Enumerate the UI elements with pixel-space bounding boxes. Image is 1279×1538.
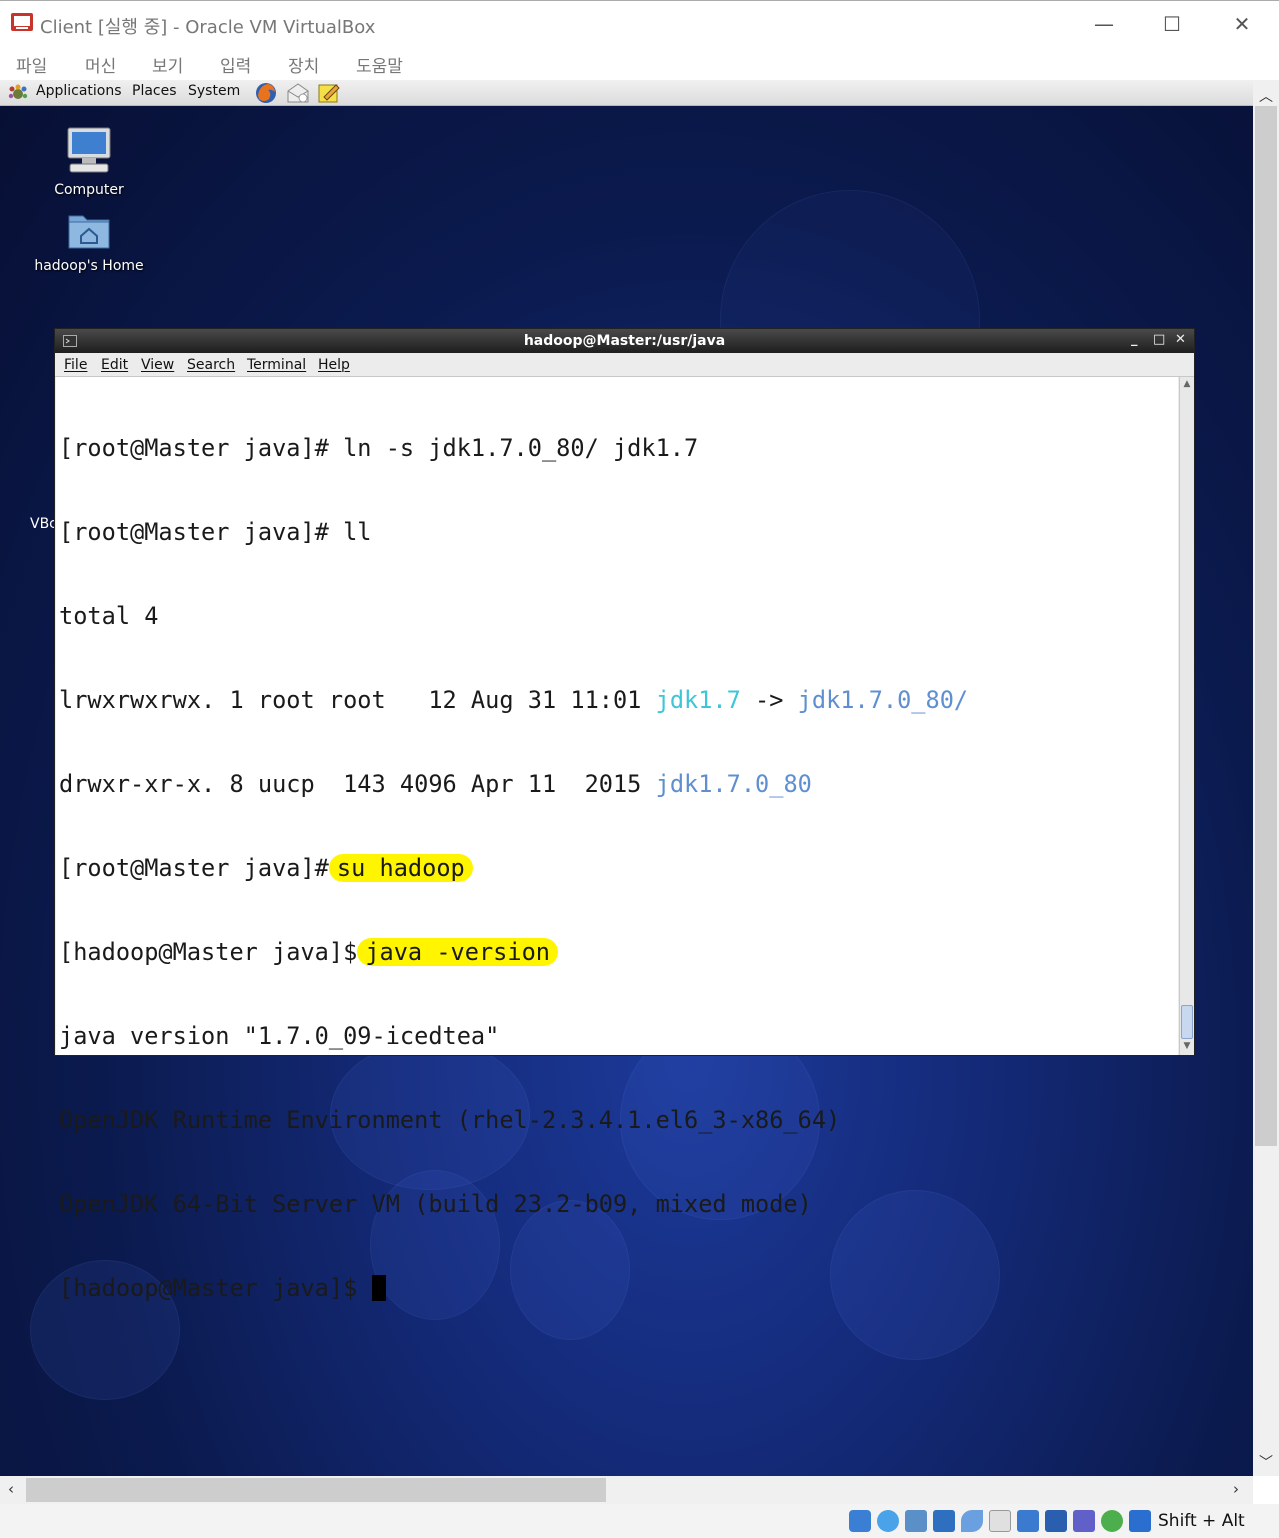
symlink-name: jdk1.7 (655, 686, 741, 714)
terminal-line: lrwxrwxrwx. 1 root root 12 Aug 31 11:01 … (59, 686, 968, 714)
terminal-title-bar[interactable]: hadoop@Master:/usr/java _ □ ✕ (55, 329, 1194, 353)
terminal-output[interactable]: [root@Master java]# ln -s jdk1.7.0_80/ j… (56, 377, 1178, 1302)
menu-help[interactable]: 도움말 (356, 52, 403, 77)
gnome-foot-icon (8, 84, 28, 99)
network-icon[interactable] (933, 1510, 955, 1532)
terminal-line: java version "1.7.0_09-icedtea" (59, 1022, 500, 1050)
directory-name: jdk1.7.0_80 (655, 770, 812, 798)
terminal-line: [root@Master java]# ln -s jdk1.7.0_80/ j… (59, 434, 699, 462)
email-icon[interactable] (286, 82, 310, 104)
ls-entry-meta: drwxr-xr-x. 8 uucp 143 4096 Apr 11 2015 (59, 770, 656, 798)
scroll-down-arrow-icon[interactable]: ▼ (1180, 1039, 1194, 1053)
panel-applications-menu[interactable]: Applications (36, 83, 122, 99)
desktop-icon-partial-label: VBc (30, 516, 57, 532)
terminal-menu-view[interactable]: View (141, 357, 174, 373)
terminal-line: [root@Master java]# ll (59, 518, 372, 546)
terminal-line: drwxr-xr-x. 8 uucp 143 4096 Apr 11 2015 … (59, 770, 968, 798)
terminal-title: hadoop@Master:/usr/java (523, 333, 726, 349)
menu-machine[interactable]: 머신 (85, 52, 116, 77)
terminal-minimize-button[interactable]: _ (1131, 332, 1138, 347)
video-capture-icon[interactable] (1045, 1510, 1067, 1532)
gnome-top-panel: Applications Places System (0, 80, 1253, 106)
vbox-menu-bar: 파일 머신 보기 입력 장치 도움말 (0, 46, 1279, 80)
home-folder-icon (68, 215, 110, 249)
notes-icon[interactable] (318, 82, 340, 104)
desktop-icon-label: Computer (54, 182, 124, 198)
optical-drive-icon[interactable] (877, 1510, 899, 1532)
virtualbox-app-icon (11, 13, 33, 31)
display-icon[interactable] (1017, 1510, 1039, 1532)
shell-prompt: [hadoop@Master java]$ (59, 938, 358, 966)
ls-entry-meta: lrwxrwxrwx. 1 root root 12 Aug 31 11:01 (59, 686, 656, 714)
vertical-scroll-thumb[interactable] (1255, 106, 1277, 1146)
guest-desktop[interactable]: Applications Places System Computer hado… (0, 80, 1253, 1476)
terminal-line: total 4 (59, 602, 159, 630)
computer-icon (67, 127, 111, 173)
keyboard-capture-icon[interactable] (1129, 1510, 1151, 1532)
window-title-bar: Client [실행 중] - Oracle VM VirtualBox — ☐… (0, 0, 1279, 46)
terminal-line: [hadoop@Master java]$ java -version (59, 938, 968, 966)
highlighted-command: java -version (357, 938, 558, 966)
panel-places-menu[interactable]: Places (132, 83, 177, 99)
terminal-scroll-thumb[interactable] (1181, 1005, 1193, 1039)
terminal-menu-file[interactable]: File (64, 357, 87, 373)
terminal-close-button[interactable]: ✕ (1175, 332, 1186, 347)
hard-disk-icon[interactable] (849, 1510, 871, 1532)
scroll-down-chevron-icon[interactable]: ﹀ (1253, 1452, 1279, 1472)
mouse-integration-icon[interactable] (1101, 1510, 1123, 1532)
terminal-menu-edit[interactable]: Edit (101, 357, 128, 373)
menu-devices[interactable]: 장치 (288, 52, 319, 77)
terminal-line: OpenJDK 64-Bit Server VM (build 23.2-b09… (59, 1190, 812, 1218)
terminal-line: [hadoop@Master java]$ (59, 1274, 968, 1302)
highlighted-command: su hadoop (328, 854, 473, 882)
minimize-button[interactable]: — (1084, 9, 1124, 39)
scroll-right-chevron-icon[interactable]: › (1233, 1480, 1239, 1498)
host-key-label: Shift + Alt (1158, 1511, 1245, 1531)
horizontal-scroll-thumb[interactable] (26, 1478, 606, 1502)
symlink-arrow: -> (740, 686, 798, 714)
desktop-icon-home[interactable]: hadoop's Home (24, 210, 154, 274)
panel-system-menu[interactable]: System (188, 83, 240, 99)
horizontal-scrollbar[interactable]: ‹ › (0, 1476, 1253, 1504)
shell-prompt: [root@Master java]# (59, 854, 329, 882)
terminal-menu-search[interactable]: Search (187, 357, 235, 373)
shell-prompt: [hadoop@Master java]$ (59, 1274, 372, 1302)
shared-folder-icon[interactable] (989, 1510, 1011, 1532)
menu-input[interactable]: 입력 (220, 52, 251, 77)
text-cursor (371, 1275, 386, 1301)
terminal-window[interactable]: hadoop@Master:/usr/java _ □ ✕ File Edit … (54, 328, 1195, 1302)
scroll-up-arrow-icon[interactable]: ▲ (1180, 377, 1194, 391)
maximize-button[interactable]: ☐ (1152, 9, 1192, 39)
symlink-target: jdk1.7.0_80/ (797, 686, 969, 714)
close-button[interactable]: ✕ (1222, 9, 1262, 39)
terminal-scrollbar[interactable]: ▲ ▼ (1179, 377, 1194, 1055)
usb-icon[interactable] (961, 1510, 983, 1532)
terminal-menu-help[interactable]: Help (318, 357, 350, 373)
window-title: Client [실행 중] - Oracle VM VirtualBox (40, 17, 376, 38)
desktop-icon-computer[interactable]: Computer (24, 126, 154, 198)
vertical-scrollbar[interactable]: ︿ ﹀ (1253, 80, 1279, 1476)
menu-view[interactable]: 보기 (152, 52, 183, 77)
menu-file[interactable]: 파일 (16, 52, 47, 77)
terminal-line: OpenJDK Runtime Environment (rhel-2.3.4.… (59, 1106, 841, 1134)
scroll-up-chevron-icon[interactable]: ︿ (1253, 86, 1279, 106)
vbox-status-bar: Shift + Alt (0, 1504, 1279, 1538)
terminal-menu-terminal[interactable]: Terminal (247, 357, 306, 373)
terminal-maximize-button[interactable]: □ (1153, 332, 1165, 347)
vt-x-icon[interactable] (1073, 1510, 1095, 1532)
scroll-left-chevron-icon[interactable]: ‹ (8, 1480, 14, 1498)
desktop-icon-label: hadoop's Home (34, 258, 144, 274)
firefox-icon[interactable] (254, 81, 278, 105)
terminal-line: [root@Master java]# su hadoop (59, 854, 968, 882)
audio-icon[interactable] (905, 1510, 927, 1532)
terminal-menu-bar: File Edit View Search Terminal Help (55, 353, 1194, 377)
